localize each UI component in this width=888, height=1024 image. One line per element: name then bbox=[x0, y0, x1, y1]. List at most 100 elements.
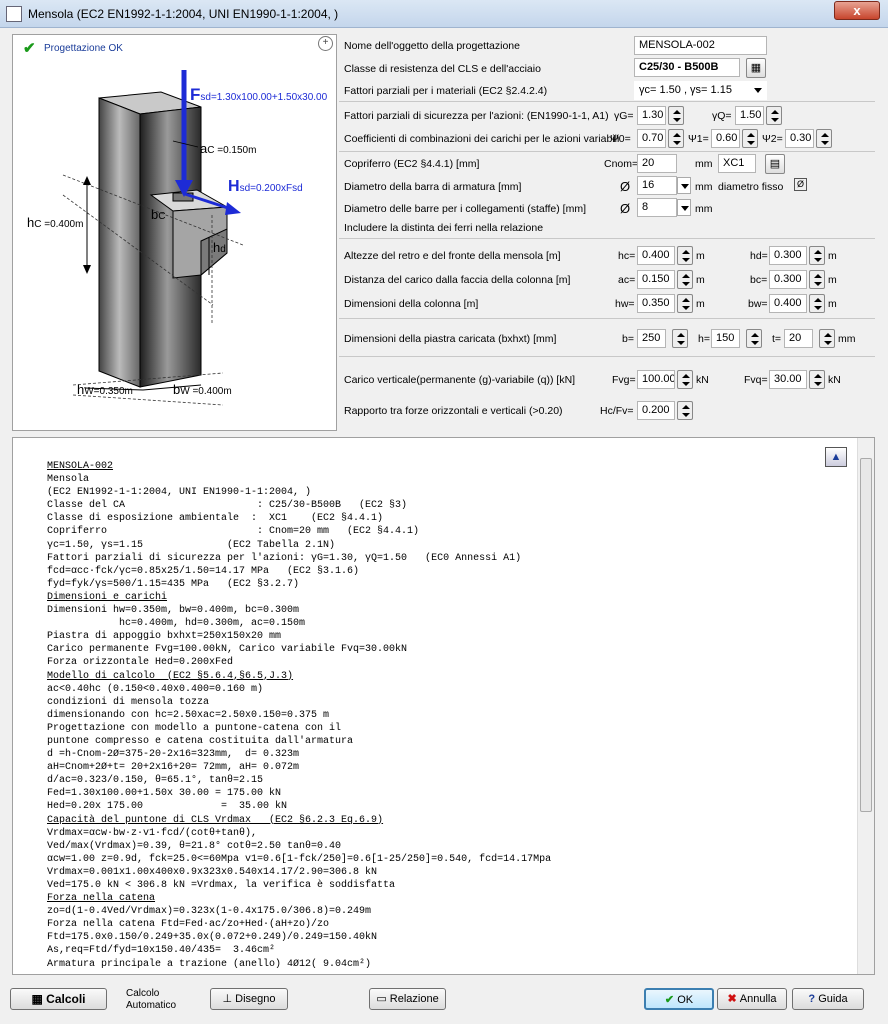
chevron-down-icon[interactable] bbox=[751, 82, 765, 99]
fvg-label: Fvg= bbox=[612, 374, 636, 386]
t-label: t= bbox=[772, 333, 782, 345]
report-line: fcd=αcc·fck/γc=0.85x25/1.50=14.17 MPa (E… bbox=[47, 565, 360, 577]
bw-stepper[interactable] bbox=[809, 294, 825, 313]
fvg-stepper[interactable] bbox=[677, 370, 693, 389]
fvq-stepper[interactable] bbox=[809, 370, 825, 389]
h-label: h= bbox=[698, 333, 710, 345]
fvq-unit: kN bbox=[828, 374, 841, 386]
report-line: zo=d(1-0.4Ved/Vrdmax)=0.323x(1-0.4x175.0… bbox=[47, 906, 372, 918]
hcfv-stepper[interactable] bbox=[677, 401, 693, 420]
classe-input[interactable]: C25/30 - B500B bbox=[634, 58, 740, 77]
report-line: (EC2 EN1992-1-1:2004, UNI EN1990-1-1:200… bbox=[47, 487, 312, 499]
t-input[interactable]: 20 bbox=[784, 329, 813, 348]
hw-input[interactable]: 0.350 bbox=[637, 294, 675, 313]
ac-label: ac= bbox=[618, 274, 636, 286]
diam-dropdown[interactable] bbox=[677, 177, 691, 194]
ac-unit: m bbox=[696, 274, 705, 286]
calcoli-button[interactable]: ▦ Calcoli bbox=[10, 988, 107, 1010]
report-line: Carico permanente Fvg=100.00kN, Carico v… bbox=[47, 644, 408, 656]
psi2-input[interactable]: 0.30 bbox=[785, 129, 814, 148]
hc-stepper[interactable] bbox=[677, 246, 693, 265]
drawing-icon: ⊥ bbox=[222, 993, 236, 1005]
bw-input[interactable]: 0.400 bbox=[769, 294, 807, 313]
fvq-input[interactable]: 30.00 bbox=[769, 370, 807, 389]
psi0-stepper[interactable] bbox=[668, 129, 684, 148]
hw-unit: m bbox=[696, 298, 705, 310]
hw-stepper[interactable] bbox=[677, 294, 693, 313]
scrollbar-thumb[interactable] bbox=[860, 458, 872, 812]
psi1-input[interactable]: 0.60 bbox=[711, 129, 740, 148]
gQ-input[interactable]: 1.50 bbox=[735, 106, 764, 125]
psi2-stepper[interactable] bbox=[816, 129, 832, 148]
ac-input[interactable]: 0.150 bbox=[637, 270, 675, 289]
h-input[interactable]: 150 bbox=[711, 329, 740, 348]
psi1-stepper[interactable] bbox=[742, 129, 758, 148]
psi0-input[interactable]: 0.70 bbox=[637, 129, 666, 148]
gQ-label: γQ= bbox=[712, 110, 732, 122]
piastra-label: Dimensioni della piastra caricata (bxhxt… bbox=[344, 333, 557, 345]
b-label: b= bbox=[622, 333, 634, 345]
disegno-button[interactable]: ⊥ Disegno bbox=[210, 988, 288, 1010]
cnom-input[interactable]: 20 bbox=[637, 154, 677, 173]
includere-label[interactable]: Includere la distinta dei ferri nella re… bbox=[344, 222, 543, 234]
gG-stepper[interactable] bbox=[668, 106, 684, 125]
copriferro-label: Copriferro (EC2 §4.4.1) [mm] bbox=[344, 158, 480, 170]
gQ-stepper[interactable] bbox=[766, 106, 782, 125]
carico-label: Carico verticale(permanente (g)-variabil… bbox=[344, 374, 576, 386]
bc-input[interactable]: 0.300 bbox=[769, 270, 807, 289]
fvg-input[interactable]: 100.00 bbox=[637, 370, 675, 389]
rapporto-label: Rapporto tra forze orizzontali e vertica… bbox=[344, 405, 563, 417]
ac-label: aC =0.150m bbox=[200, 141, 257, 156]
hw-label: hw= bbox=[615, 298, 635, 310]
fsd-label: Fsd=1.30x100.00+1.50x30.00 bbox=[190, 85, 328, 104]
report-line: hc=0.400m, hd=0.300m, ac=0.150m bbox=[47, 618, 306, 630]
calculator-icon: ▦ bbox=[31, 992, 47, 1006]
nome-input[interactable]: MENSOLA-002 bbox=[634, 36, 767, 55]
guida-button[interactable]: ? Guida bbox=[792, 988, 864, 1010]
gG-input[interactable]: 1.30 bbox=[637, 106, 666, 125]
staffe-unit: mm bbox=[695, 203, 713, 215]
diam-fisso-checkbox[interactable]: Ø bbox=[794, 178, 807, 191]
report-line: Modello di calcolo (EC2 §5.6.4,§6.5,J.3) bbox=[47, 670, 294, 682]
h-stepper[interactable] bbox=[746, 329, 762, 348]
staffe-input[interactable]: 8 bbox=[637, 198, 677, 217]
ok-button[interactable]: ✔ OK bbox=[644, 988, 714, 1010]
export-icon[interactable]: ▲ bbox=[825, 447, 847, 467]
hd-stepper[interactable] bbox=[809, 246, 825, 265]
exposure-class-input[interactable]: XC1 bbox=[718, 154, 756, 173]
fattori-mat-select[interactable]: γc= 1.50 , γs= 1.15 bbox=[634, 81, 767, 100]
t-stepper[interactable] bbox=[819, 329, 835, 348]
report-panel[interactable]: ▲ MENSOLA-002 Mensola (EC2 EN1992-1-1:2004… bbox=[12, 437, 875, 975]
bc-label: bc= bbox=[750, 274, 768, 286]
close-button[interactable]: x bbox=[834, 1, 880, 20]
hd-input[interactable]: 0.300 bbox=[769, 246, 807, 265]
report-line: As,req=Ftd/fyd=10x150.40/435= 3.46cm² bbox=[47, 945, 276, 957]
b-stepper[interactable] bbox=[672, 329, 688, 348]
hc-unit: m bbox=[696, 250, 705, 262]
window-title: Mensola (EC2 EN1992-1-1:2004, UNI EN1990… bbox=[28, 7, 339, 21]
exposure-picker-icon[interactable]: ▤ bbox=[765, 154, 785, 174]
report-scrollbar[interactable] bbox=[857, 438, 874, 974]
bw-label: bW =0.400m bbox=[173, 382, 232, 397]
annulla-button[interactable]: ✖ Annulla bbox=[717, 988, 787, 1010]
ac-stepper[interactable] bbox=[677, 270, 693, 289]
bc-stepper[interactable] bbox=[809, 270, 825, 289]
diam-unit: mm bbox=[695, 181, 713, 193]
material-picker-icon[interactable]: ▦ bbox=[746, 58, 766, 78]
report-line: Vrdmax=0.001x1.00x400x0.9x323x0.540x14.1… bbox=[47, 866, 378, 878]
fattori-mat-label: Fattori parziali per i materiali (EC2 §2… bbox=[344, 85, 548, 97]
report-line: Dimensioni e carichi bbox=[47, 591, 168, 603]
report-line: Forza orizzontale Hed=0.200xFed bbox=[47, 657, 234, 669]
report-line: Ftd=175.0x0.150/0.249+35.0x(0.072+0.249)… bbox=[47, 932, 378, 944]
relazione-button[interactable]: ▭ Relazione bbox=[369, 988, 446, 1010]
report-line: condizioni di mensola tozza bbox=[47, 696, 210, 708]
b-input[interactable]: 250 bbox=[637, 329, 666, 348]
hcfv-input[interactable]: 0.200 bbox=[637, 401, 675, 420]
report-line: γc=1.50, γs=1.15 (EC2 Tabella 2.1N) bbox=[47, 539, 336, 551]
calcolo-automatico-label[interactable]: Calcolo Automatico bbox=[126, 988, 176, 1012]
fvq-label: Fvq= bbox=[744, 374, 768, 386]
staffe-dropdown[interactable] bbox=[677, 199, 691, 216]
fvg-unit: kN bbox=[696, 374, 709, 386]
hc-input[interactable]: 0.400 bbox=[637, 246, 675, 265]
diam-input[interactable]: 16 bbox=[637, 176, 677, 195]
